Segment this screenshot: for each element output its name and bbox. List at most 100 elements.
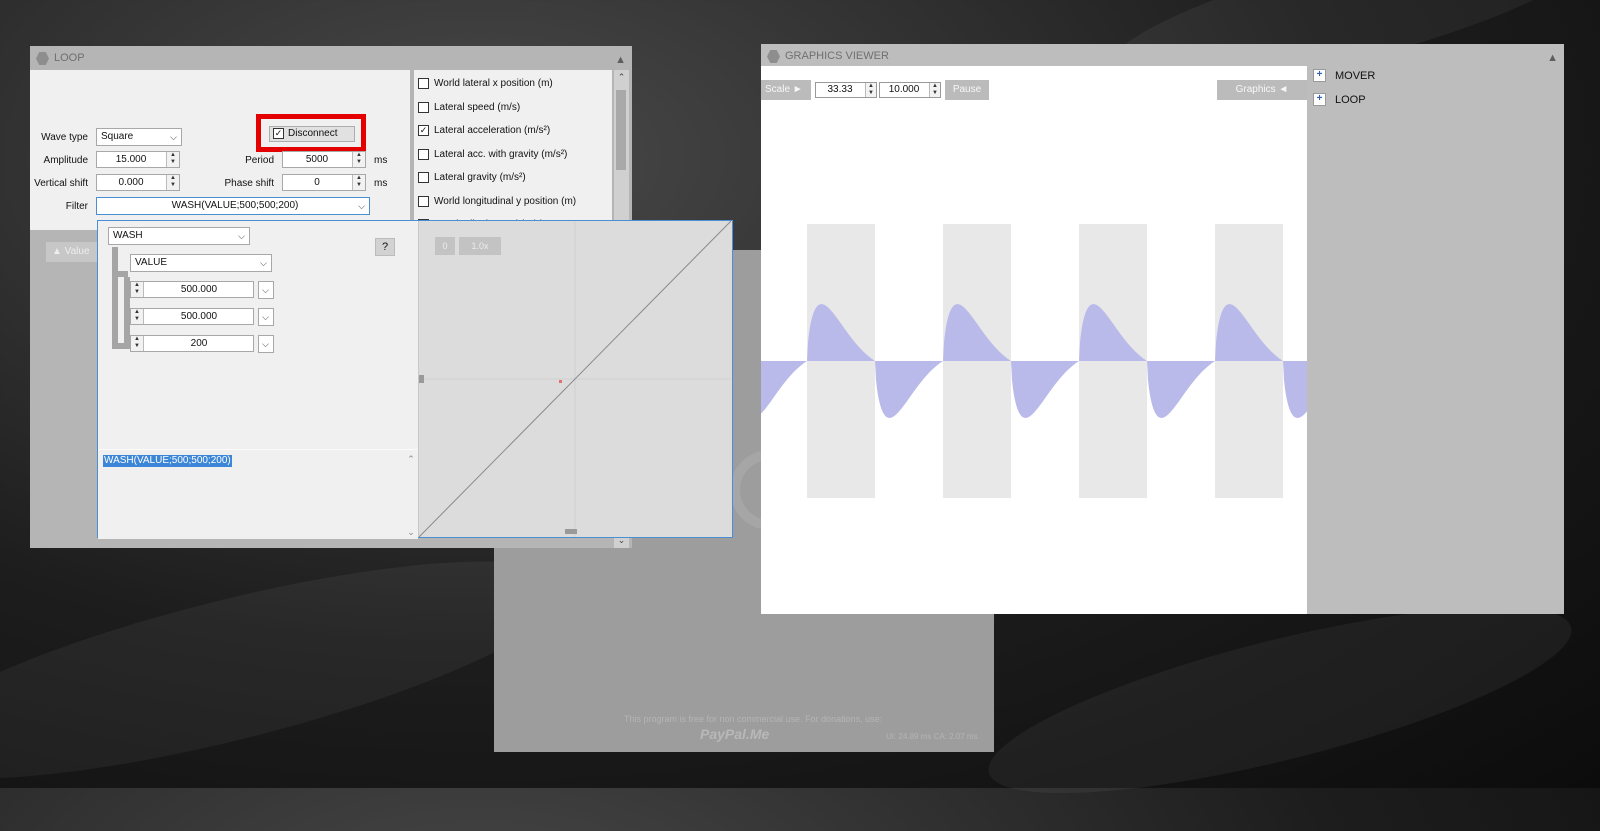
argument-select[interactable]: VALUE ⌵ (130, 254, 272, 272)
channel-item[interactable]: ✓ Lateral acceleration (m/s²) (418, 125, 550, 141)
chevron-down-icon: ⌵ (262, 339, 269, 349)
channel-item[interactable]: World lateral x position (m) (418, 78, 553, 94)
channel-checkbox[interactable] (418, 172, 429, 183)
wave-type-value: Square (101, 131, 134, 142)
amplitude-label: Amplitude (43, 155, 88, 166)
tree-item-label: LOOP (1335, 94, 1366, 106)
phase-shift-spinner[interactable]: ▲ ▼ (352, 175, 365, 190)
scale-input-2[interactable]: 10.000 ▲ ▼ (879, 82, 941, 98)
channel-label: Lateral speed (m/s) (434, 101, 521, 113)
disconnect-highlight: ✓ Disconnect (256, 114, 366, 152)
zero-button[interactable]: 0 (435, 237, 455, 255)
filter-tree: WASH ⌵ VALUE ⌵ ▲ ▼ 500.000 ⌵ ▲ ▼ 500.000 ⌵… (98, 221, 418, 449)
loop-parameters-panel: ✓ Disconnect Wave type Square ⌵ Amplitud… (30, 70, 410, 230)
loop-title: LOOP (54, 52, 85, 64)
curve-y-handle[interactable] (419, 375, 424, 383)
param2-input[interactable]: ▲ ▼ 500.000 (130, 308, 254, 325)
channel-checkbox[interactable] (418, 148, 429, 160)
filter-editor-popup: WASH ⌵ VALUE ⌵ ▲ ▼ 500.000 ⌵ ▲ ▼ 500.000 ⌵… (97, 220, 733, 539)
disconnect-button[interactable]: ✓ Disconnect (269, 126, 355, 142)
chevron-down-icon: ⌵ (170, 132, 177, 142)
filter-select[interactable]: WASH(VALUE;500;500;200) ⌵ (96, 197, 370, 215)
tree-item-mover[interactable]: + MOVER (1313, 69, 1375, 85)
param3-spinner[interactable]: ▲ ▼ (131, 336, 144, 351)
vertical-shift-value: 0.000 (118, 177, 144, 188)
expand-plus-icon[interactable]: + (1313, 69, 1326, 82)
disconnect-checkbox[interactable]: ✓ (273, 128, 284, 139)
graphics-title: GRAPHICS VIEWER (785, 50, 889, 62)
phase-shift-label: Phase shift (224, 178, 274, 189)
tree-item-label: MOVER (1335, 70, 1376, 82)
period-spinner[interactable]: ▲ ▼ (352, 152, 365, 167)
function-select[interactable]: WASH ⌵ (108, 227, 250, 245)
graphics-titlebar: GRAPHICS VIEWER ▲ (761, 44, 1564, 68)
tree-connector (112, 343, 132, 349)
period-value: 5000 (305, 154, 329, 165)
param1-spinner[interactable]: ▲ ▼ (131, 282, 144, 297)
chevron-down-icon: ⌵ (260, 258, 267, 268)
scale-value-1: 33.33 (827, 84, 853, 95)
graphics-toolbar: Scale ► 33.33 ▲ ▼ 10.000 ▲ ▼ Pause Graphic… (761, 80, 1307, 100)
vertical-shift-spinner[interactable]: ▲ ▼ (166, 175, 179, 190)
argument-value: VALUE (135, 257, 168, 268)
help-button[interactable]: ? (375, 238, 395, 256)
scale-input-1[interactable]: 33.33 ▲ ▼ (815, 82, 877, 98)
values-tab[interactable]: ▲ Value (46, 242, 100, 262)
wave-type-label: Wave type (41, 132, 88, 143)
scale-toggle[interactable]: Scale ► (761, 80, 811, 100)
scroll-up-icon[interactable]: ⌃ (614, 72, 629, 83)
period-unit: ms (374, 155, 388, 166)
scale-button[interactable]: 1.0x (459, 237, 501, 255)
param2-menu[interactable]: ⌵ (258, 308, 274, 326)
param3-input[interactable]: ▲ ▼ 200 (130, 335, 254, 352)
expression-scrollbar[interactable]: ⌃ ⌄ (404, 450, 418, 540)
function-value: WASH (113, 230, 143, 241)
param3-menu[interactable]: ⌵ (258, 335, 274, 353)
pause-button[interactable]: Pause (945, 80, 989, 100)
scroll-up-icon[interactable]: ⌃ (404, 454, 418, 465)
graphics-viewer-window: GRAPHICS VIEWER ▲ Scale ► 33.33 ▲ ▼ 10.00… (761, 44, 1564, 614)
vertical-shift-label: Vertical shift (34, 178, 88, 189)
channel-label: Lateral acceleration (m/s²) (434, 125, 551, 136)
scale-spinner-1[interactable]: ▲ ▼ (865, 83, 876, 97)
phase-shift-input[interactable]: 0 ▲ ▼ (282, 174, 366, 191)
param1-input[interactable]: ▲ ▼ 500.000 (130, 281, 254, 298)
scroll-thumb[interactable] (616, 90, 626, 170)
channel-checkbox[interactable] (418, 78, 429, 89)
graph-canvas[interactable] (761, 66, 1307, 614)
paypal-link[interactable]: PayPal.Me (700, 726, 769, 742)
tree-item-loop[interactable]: + LOOP (1313, 93, 1366, 109)
vertical-shift-input[interactable]: 0.000 ▲ ▼ (96, 174, 180, 191)
tree-connector (112, 247, 118, 349)
graphics-toggle[interactable]: Graphics ◄ (1217, 80, 1307, 100)
channel-checkbox[interactable] (418, 101, 429, 113)
expression-editor[interactable]: WASH(VALUE;500;500;200) ⌃ ⌄ (98, 449, 418, 539)
scale-spinner-2[interactable]: ▲ ▼ (929, 83, 940, 97)
channel-checkbox[interactable] (418, 195, 429, 207)
channel-label: World lateral x position (m) (434, 78, 553, 89)
object-tree-panel: + MOVER + LOOP (1307, 66, 1564, 614)
param3-value: 200 (190, 338, 208, 349)
channel-item[interactable]: Lateral acc. with gravity (m/s²) (418, 148, 567, 165)
phase-shift-unit: ms (374, 178, 388, 189)
wave-type-select[interactable]: Square ⌵ (96, 128, 182, 146)
channel-item[interactable]: Lateral speed (m/s) (418, 101, 521, 118)
scroll-down-icon[interactable]: ⌄ (404, 527, 418, 538)
period-input[interactable]: 5000 ▲ ▼ (282, 151, 366, 168)
param1-menu[interactable]: ⌵ (258, 281, 274, 299)
channel-item[interactable]: World longitudinal y position (m) (418, 195, 576, 212)
collapse-icon[interactable]: ▲ (615, 48, 626, 72)
amplitude-spinner[interactable]: ▲ ▼ (166, 152, 179, 167)
amplitude-input[interactable]: 15.000 ▲ ▼ (96, 151, 180, 168)
curve-x-handle[interactable] (565, 529, 577, 534)
channel-checkbox[interactable]: ✓ (418, 125, 429, 136)
chevron-down-icon: ⌵ (262, 285, 269, 295)
app-hex-icon (767, 50, 780, 63)
channel-item[interactable]: Lateral gravity (m/s²) (418, 172, 526, 188)
param2-spinner[interactable]: ▲ ▼ (131, 309, 144, 324)
expand-plus-icon[interactable]: + (1313, 93, 1326, 106)
expression-text[interactable]: WASH(VALUE;500;500;200) (103, 455, 232, 467)
filter-label: Filter (65, 201, 88, 212)
disconnect-label: Disconnect (288, 128, 338, 139)
donation-text: This program is free for non commercial … (624, 714, 883, 724)
